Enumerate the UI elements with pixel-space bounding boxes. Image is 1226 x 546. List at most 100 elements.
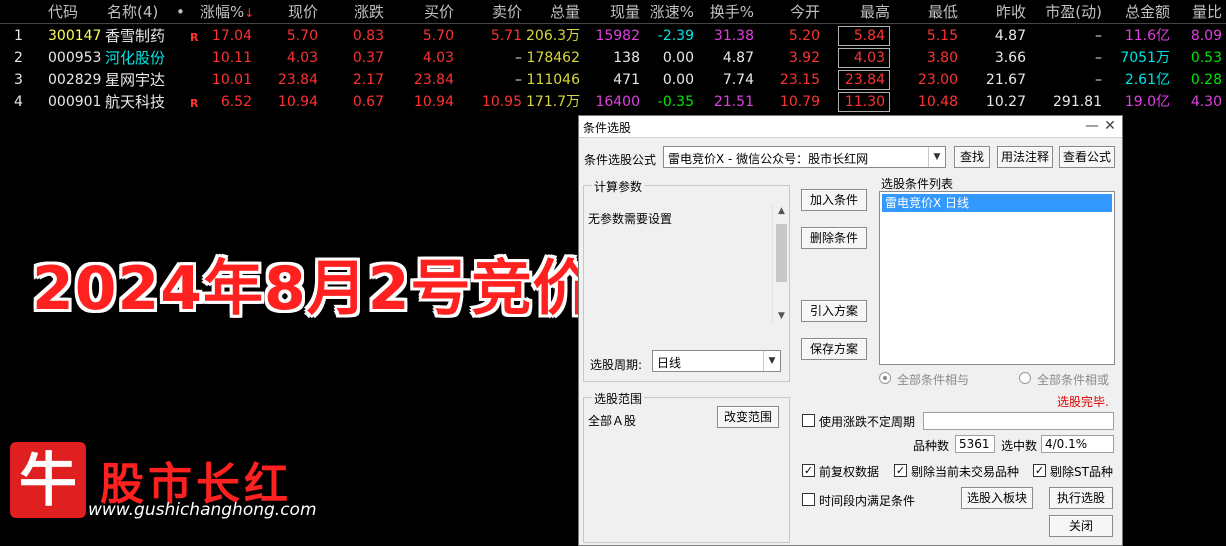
col-pct-label: 涨幅% bbox=[200, 3, 245, 21]
pct-change: 17.04 bbox=[211, 28, 252, 44]
col-pct[interactable]: 涨幅%↓ bbox=[200, 0, 255, 24]
dialog-titlebar[interactable]: 条件选股 — ✕ bbox=[579, 116, 1122, 138]
stock-screener-dialog: 条件选股 — ✕ 条件选股公式 雷电竞价X - 微信公众号：股市长红网 ▼ 查找… bbox=[578, 115, 1123, 546]
params-group: 计算参数 无参数需要设置 ▲ ▼ 选股周期: 日线 ▼ bbox=[583, 178, 790, 382]
pe: – bbox=[1095, 28, 1102, 44]
col-volume[interactable]: 总量 bbox=[540, 0, 580, 24]
table-row[interactable]: 1 300147 香雪制药 R 17.04 5.70 0.83 5.70 5.7… bbox=[0, 25, 1226, 47]
price: 10.94 bbox=[277, 94, 318, 110]
turnover: 31.38 bbox=[713, 28, 754, 44]
col-speed[interactable]: 涨速% bbox=[648, 0, 694, 24]
volume-ratio: 0.28 bbox=[1190, 72, 1222, 88]
period-select[interactable]: 日线 ▼ bbox=[652, 350, 781, 372]
low: 10.48 bbox=[917, 94, 958, 110]
table-header: 代码 名称(4) • 涨幅%↓ 现价 涨跌 买价 卖价 总量 现量 涨速% 换手… bbox=[0, 0, 1226, 24]
formula-value: 雷电竞价X - 微信公众号：股市长红网 bbox=[668, 152, 869, 166]
price: 23.84 bbox=[277, 72, 318, 88]
condition-list[interactable]: 雷电竞价X 日线 bbox=[879, 191, 1115, 365]
delete-condition-button[interactable]: 删除条件 bbox=[801, 227, 867, 249]
irregular-period-input[interactable] bbox=[923, 412, 1114, 430]
usage-notes-button[interactable]: 用法注释 bbox=[997, 146, 1053, 168]
ask: – bbox=[515, 50, 522, 66]
params-scrollbar[interactable]: ▲ ▼ bbox=[772, 204, 789, 323]
minimize-icon[interactable]: — bbox=[1084, 118, 1100, 134]
range-group: 选股范围 全部Ａ股 改变范围 bbox=[583, 390, 790, 543]
table-row[interactable]: 4 000901 航天科技 R 6.52 10.94 0.67 10.94 10… bbox=[0, 91, 1226, 113]
high: 5.84 bbox=[838, 26, 890, 46]
close-icon[interactable]: ✕ bbox=[1102, 118, 1118, 134]
col-amount[interactable]: 总金额 bbox=[1118, 0, 1170, 24]
pe: – bbox=[1095, 50, 1102, 66]
table-row[interactable]: 3 002829 星网宇达 10.01 23.84 2.17 23.84 – 1… bbox=[0, 69, 1226, 91]
stock-code: 300147 bbox=[48, 28, 102, 44]
col-low[interactable]: 最低 bbox=[918, 0, 958, 24]
find-button[interactable]: 查找 bbox=[954, 146, 990, 168]
irregular-period-checkbox[interactable] bbox=[802, 414, 815, 427]
scroll-up-icon[interactable]: ▲ bbox=[773, 206, 790, 216]
col-open[interactable]: 今开 bbox=[782, 0, 820, 24]
col-bid[interactable]: 买价 bbox=[410, 0, 454, 24]
change: 0.67 bbox=[352, 94, 384, 110]
pct-change: 6.52 bbox=[220, 94, 252, 110]
col-name[interactable]: 名称(4) bbox=[107, 0, 167, 24]
import-scheme-button[interactable]: 引入方案 bbox=[801, 300, 867, 322]
col-pe[interactable]: 市盈(动) bbox=[1040, 0, 1102, 24]
col-prev-close[interactable]: 昨收 bbox=[988, 0, 1026, 24]
stock-name: 河化股份 bbox=[105, 49, 166, 67]
current-volume: 15982 bbox=[595, 28, 640, 44]
radio-or[interactable] bbox=[1019, 372, 1031, 384]
view-formula-button[interactable]: 查看公式 bbox=[1059, 146, 1115, 168]
volume-ratio: 4.30 bbox=[1190, 94, 1222, 110]
sort-desc-icon: ↓ bbox=[244, 6, 255, 20]
bid: 10.94 bbox=[413, 94, 454, 110]
add-to-block-button[interactable]: 选股入板块 bbox=[961, 487, 1033, 509]
bid: 4.03 bbox=[422, 50, 454, 66]
col-high[interactable]: 最高 bbox=[852, 0, 890, 24]
scroll-thumb[interactable] bbox=[776, 224, 787, 282]
low: 23.00 bbox=[917, 72, 958, 88]
list-item[interactable]: 雷电竞价X 日线 bbox=[882, 194, 1112, 212]
col-change[interactable]: 涨跌 bbox=[340, 0, 384, 24]
count-label: 品种数 bbox=[913, 439, 950, 453]
amount: 2.61亿 bbox=[1124, 72, 1170, 88]
chevron-down-icon[interactable]: ▼ bbox=[928, 147, 945, 167]
col-turnover[interactable]: 换手% bbox=[706, 0, 754, 24]
current-volume: 471 bbox=[613, 72, 640, 88]
volume: 206.3万 bbox=[526, 28, 581, 44]
period-label: 选股周期: bbox=[590, 358, 643, 372]
speed: 0.00 bbox=[662, 72, 694, 88]
table-row[interactable]: 2 000953 河化股份 10.11 4.03 0.37 4.03 – 178… bbox=[0, 47, 1226, 69]
adjust-checkbox[interactable]: ✓ bbox=[802, 464, 815, 477]
save-scheme-button[interactable]: 保存方案 bbox=[801, 338, 867, 360]
exclude-st-checkbox[interactable]: ✓ bbox=[1033, 464, 1046, 477]
run-screen-button[interactable]: 执行选股 bbox=[1049, 487, 1113, 509]
col-volume-ratio[interactable]: 量比 bbox=[1182, 0, 1222, 24]
scroll-down-icon[interactable]: ▼ bbox=[773, 311, 790, 321]
ask: 10.95 bbox=[481, 94, 522, 110]
col-price[interactable]: 现价 bbox=[270, 0, 318, 24]
timespan-checkbox[interactable] bbox=[802, 493, 815, 506]
change: 2.17 bbox=[352, 72, 384, 88]
open: 5.20 bbox=[788, 28, 820, 44]
volume-ratio: 8.09 bbox=[1190, 28, 1222, 44]
selected-label: 选中数 bbox=[1001, 439, 1038, 453]
exclude-halted-checkbox[interactable]: ✓ bbox=[894, 464, 907, 477]
change-range-button[interactable]: 改变范围 bbox=[717, 406, 779, 428]
stock-code: 002829 bbox=[48, 72, 102, 88]
brand-url: www.gushichanghong.com bbox=[88, 500, 317, 520]
ask: 5.71 bbox=[490, 28, 522, 44]
radio-and[interactable] bbox=[879, 372, 891, 384]
stock-name: 香雪制药 bbox=[105, 27, 166, 45]
add-condition-button[interactable]: 加入条件 bbox=[801, 189, 867, 211]
row-index: 1 bbox=[14, 28, 23, 44]
amount: 19.0亿 bbox=[1124, 94, 1170, 110]
chevron-down-icon[interactable]: ▼ bbox=[763, 351, 780, 371]
dialog-title: 条件选股 bbox=[583, 121, 632, 135]
amount: 7051万 bbox=[1120, 50, 1170, 66]
close-button[interactable]: 关闭 bbox=[1049, 515, 1113, 537]
amount: 11.6亿 bbox=[1124, 28, 1170, 44]
formula-select[interactable]: 雷电竞价X - 微信公众号：股市长红网 ▼ bbox=[663, 146, 946, 168]
col-ask[interactable]: 卖价 bbox=[478, 0, 522, 24]
col-current-volume[interactable]: 现量 bbox=[600, 0, 640, 24]
col-code[interactable]: 代码 bbox=[48, 0, 82, 24]
